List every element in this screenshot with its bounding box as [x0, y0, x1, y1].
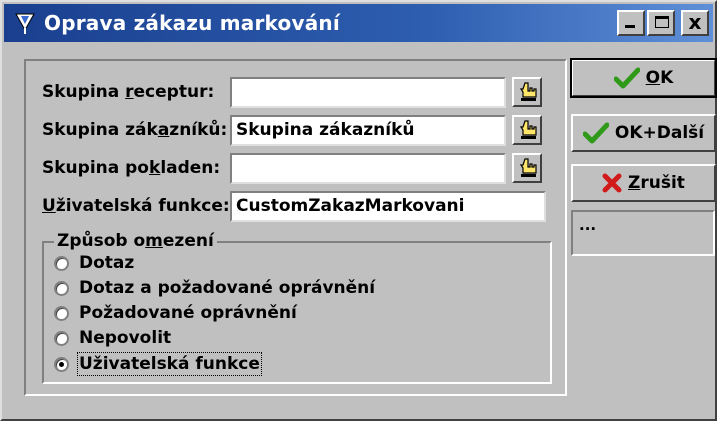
register-group-label: Skupina pokladen:: [42, 158, 221, 178]
radio-label: Uživatelská funkce: [77, 352, 262, 376]
recipe-group-pick-button[interactable]: [512, 77, 542, 107]
checkmark-icon: [613, 67, 640, 89]
ok-next-button[interactable]: OK+Další: [571, 114, 716, 152]
minimize-button[interactable]: [617, 10, 645, 36]
window-title: Oprava zákazu markování: [44, 11, 340, 35]
checkmark-icon: [582, 122, 609, 144]
form-panel: Skupina receptur: Skupina zákazníků: Sku…: [24, 59, 567, 396]
customer-group-field[interactable]: Skupina zákazníků: [230, 115, 506, 146]
customer-group-pick-button[interactable]: [512, 115, 542, 145]
ok-label: OK: [645, 68, 674, 88]
radio-option-dotaz[interactable]: Dotaz: [54, 253, 134, 273]
radio-option-dotaz-opravneni[interactable]: Dotaz a požadované oprávnění: [54, 278, 375, 298]
cancel-button[interactable]: Zrušit: [571, 164, 716, 202]
radio-label: Dotaz a požadované oprávnění: [79, 278, 376, 298]
ok-next-label: OK+Další: [614, 123, 705, 143]
ok-button[interactable]: OK: [570, 58, 717, 98]
title-buttons: x: [617, 10, 709, 36]
radio-option-uzivatelska-funkce[interactable]: Uživatelská funkce: [54, 352, 262, 376]
recipe-group-field[interactable]: [230, 77, 506, 108]
red-x-icon: [602, 173, 622, 193]
radio-label: Dotaz: [79, 253, 135, 273]
dialog-window: Oprava zákazu markování x Skupina recept…: [0, 0, 717, 421]
radio-option-nepovolit[interactable]: Nepovolit: [54, 328, 171, 348]
radio-button[interactable]: [54, 330, 69, 346]
recipe-group-label: Skupina receptur:: [42, 82, 215, 102]
maximize-button[interactable]: [647, 10, 675, 36]
title-bar[interactable]: Oprava zákazu markování x: [4, 4, 713, 42]
minimize-icon: [625, 25, 635, 28]
pointing-hand-icon: [519, 158, 537, 177]
info-box: ...: [571, 210, 715, 256]
restriction-groupbox: Způsob omezení Dotaz Dotaz a požadované …: [42, 231, 552, 384]
radio-button-checked[interactable]: [54, 356, 69, 372]
radio-label: Nepovolit: [79, 328, 172, 348]
close-icon: x: [688, 10, 702, 34]
user-function-label: Uživatelská funkce:: [42, 196, 230, 216]
app-icon: [15, 13, 35, 34]
radio-label: Požadované oprávnění: [79, 303, 297, 323]
radio-button[interactable]: [54, 255, 69, 271]
radio-button[interactable]: [54, 280, 69, 296]
maximize-icon: [655, 16, 669, 28]
radio-button[interactable]: [54, 305, 69, 321]
register-group-field[interactable]: [230, 153, 506, 184]
user-function-field[interactable]: CustomZakazMarkovani: [230, 191, 546, 222]
restriction-title: Způsob omezení: [54, 231, 217, 251]
close-button[interactable]: x: [681, 10, 709, 36]
radio-option-opravneni[interactable]: Požadované oprávnění: [54, 303, 297, 323]
customer-group-label: Skupina zákazníků:: [42, 120, 228, 140]
pointing-hand-icon: [519, 82, 537, 101]
register-group-pick-button[interactable]: [512, 153, 542, 183]
pointing-hand-icon: [519, 120, 537, 139]
cancel-label: Zrušit: [628, 173, 685, 193]
